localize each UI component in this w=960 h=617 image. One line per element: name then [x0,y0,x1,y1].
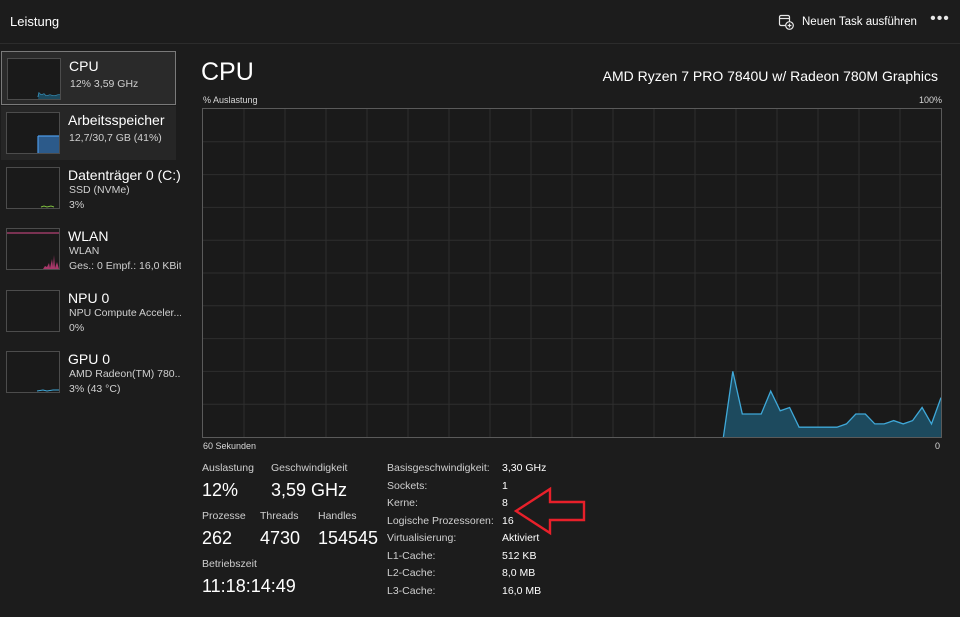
sidebar-item-npu[interactable]: NPU 0 NPU Compute Acceler... 0% [1,284,181,338]
cpu-thumbnail-graph [7,58,61,100]
cpu-usage-graph [202,108,942,438]
sidebar-item-label: CPU [69,58,99,74]
run-new-task-label: Neuen Task ausführen [802,16,917,28]
utilization-label: Auslastung [202,462,254,474]
sidebar-item-gpu[interactable]: GPU 0 AMD Radeon(TM) 780... 3% (43 °C) [1,345,181,399]
cpu-model-name: AMD Ryzen 7 PRO 7840U w/ Radeon 780M Gra… [602,68,938,84]
sidebar-item-detail: WLAN [69,245,100,257]
sidebar-item-detail: Ges.: 0 Empf.: 16,0 KBit [69,260,181,272]
sidebar-item-label: GPU 0 [68,351,111,367]
disk-thumbnail-graph [6,167,60,209]
sidebar-item-label: Datenträger 0 (C:) [68,167,181,183]
cores-value: 8 [502,497,508,509]
uptime-value: 11:18:14:49 [202,576,296,596]
sidebar-item-detail: NPU Compute Acceler... [69,307,181,319]
l3-cache-value: 16,0 MB [502,585,542,597]
l1-cache-label: L1-Cache: [387,550,436,562]
annotation-arrow-icon [513,486,586,536]
sidebar-item-label: NPU 0 [68,290,110,306]
graph-x-left-label: 60 Sekunden [203,441,257,451]
processes-value: 262 [202,528,233,548]
sidebar-item-detail: 0% [69,322,85,334]
sidebar-item-wlan[interactable]: WLAN WLAN Ges.: 0 Empf.: 16,0 KBit [1,222,181,276]
sidebar-item-label: Arbeitsspeicher [68,112,165,128]
page-title: Leistung [10,14,60,29]
npu-thumbnail-graph [6,290,60,332]
section-title: CPU [201,58,254,86]
l3-cache-label: L3-Cache: [387,585,436,597]
base-speed-label: Basisgeschwindigkeit: [387,462,490,474]
graph-y-max-label: 100% [919,95,943,105]
base-speed-value: 3,30 GHz [502,462,547,474]
graph-y-label: % Auslastung [203,95,258,105]
handles-value: 154545 [318,528,379,548]
cores-label: Kerne: [387,497,418,509]
processes-label: Prozesse [202,510,246,522]
title-bar: Leistung Neuen Task ausführen ••• [0,0,960,44]
handles-label: Handles [318,510,357,522]
speed-value: 3,59 GHz [271,480,348,500]
memory-thumbnail-graph [6,112,60,154]
sidebar-item-detail: AMD Radeon(TM) 780... [69,368,181,380]
sidebar-item-detail: 3% [69,199,85,211]
l2-cache-label: L2-Cache: [387,567,436,579]
threads-value: 4730 [260,528,301,548]
more-options-button[interactable]: ••• [928,10,952,32]
sidebar-item-cpu[interactable]: CPU 12% 3,59 GHz [1,51,176,105]
virtualization-label: Virtualisierung: [387,532,457,544]
sidebar-item-memory[interactable]: Arbeitsspeicher 12,7/30,7 GB (41%) [1,106,176,160]
run-new-task-button[interactable]: Neuen Task ausführen [778,12,917,32]
gpu-thumbnail-graph [6,351,60,393]
wlan-thumbnail-graph [6,228,60,270]
sidebar-item-detail: 12,7/30,7 GB (41%) [69,132,162,144]
sockets-value: 1 [502,480,508,492]
logical-processors-label: Logische Prozessoren: [387,515,494,527]
utilization-value: 12% [202,480,239,500]
l1-cache-value: 512 KB [502,550,537,562]
uptime-label: Betriebszeit [202,558,257,570]
graph-x-right-label: 0 [935,441,941,451]
sidebar-item-detail: 12% 3,59 GHz [70,78,139,90]
threads-label: Threads [260,510,299,522]
speed-label: Geschwindigkeit [271,462,348,474]
sidebar-item-detail: 3% (43 °C) [69,383,121,395]
l2-cache-value: 8,0 MB [502,567,536,579]
sidebar-item-disk[interactable]: Datenträger 0 (C:) SSD (NVMe) 3% [1,161,181,215]
sockets-label: Sockets: [387,480,428,492]
sidebar-item-detail: SSD (NVMe) [69,184,130,196]
sidebar: CPU 12% 3,59 GHz Arbeitsspeicher 12,7/30… [0,44,186,617]
sidebar-item-label: WLAN [68,228,109,244]
new-task-icon [778,14,794,30]
